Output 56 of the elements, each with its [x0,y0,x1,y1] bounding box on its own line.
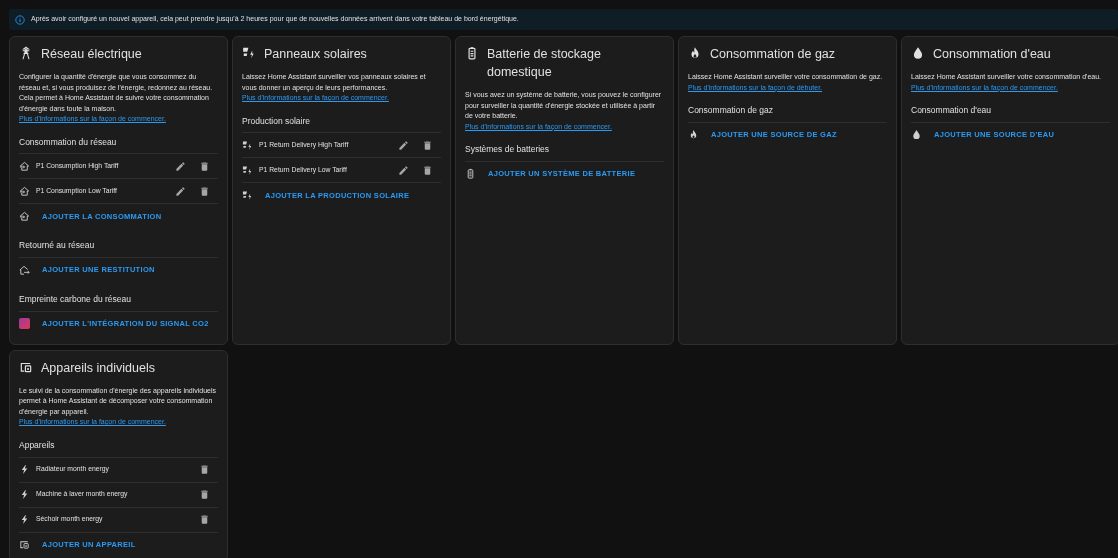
section-heading: Consommation d'eau [911,104,1110,123]
house-arrow-icon [19,264,30,276]
card-title: Batterie de stockage domestique [487,46,602,81]
info-icon [15,14,25,25]
lightning-bolt-icon [19,489,30,500]
section-heading: Appareils [19,438,218,458]
trash-icon [422,164,433,176]
flame-icon [688,129,699,141]
delete-button[interactable] [199,513,211,526]
trash-icon [422,139,433,151]
card-title: Réseau électrique [41,46,142,63]
water-drop-icon [911,46,925,60]
section-heading: Retourné au réseau [19,239,218,258]
solar-panel-icon [242,164,253,176]
trash-icon [199,489,210,500]
pencil-icon [175,185,186,197]
delete-button[interactable] [199,185,211,198]
house-arrow-icon [19,185,30,197]
delete-button[interactable] [199,488,211,501]
co2-logo-icon [19,318,30,330]
card-title: Appareils individuels [41,359,155,377]
trash-icon [199,514,210,525]
pencil-icon [175,160,186,172]
lightning-bolt-icon [19,464,30,475]
edit-button[interactable] [398,139,410,152]
card-title: Consommation d'eau [933,46,1051,63]
section-heading: Empreinte carbone du réseau [19,293,218,312]
house-arrow-icon [19,160,30,172]
water-drop-icon [911,129,922,141]
solar-panel-icon [242,46,256,60]
edit-button[interactable] [175,160,187,173]
lightning-bolt-icon [19,514,30,525]
section-heading: Production solaire [242,114,441,134]
battery-icon [465,168,476,180]
delete-button[interactable] [199,463,211,476]
edit-button[interactable] [175,185,187,198]
solar-panel-icon [242,189,253,201]
solar-panel-icon [242,139,253,151]
section-heading: Consommation de gaz [688,104,887,123]
tower-icon [19,46,33,60]
delete-button[interactable] [422,139,434,152]
trash-icon [199,464,210,475]
battery-icon [465,46,479,60]
pencil-icon [398,139,409,151]
house-arrow-icon [19,210,30,222]
edit-button[interactable] [398,164,410,177]
section-heading: Consommation du réseau [19,135,218,155]
card-title: Consommation de gaz [710,46,836,63]
section-heading: Systèmes de batteries [465,143,664,162]
delete-button[interactable] [199,160,211,173]
trash-icon [199,160,210,172]
trash-icon [199,185,210,197]
card-title: Panneaux solaires [264,46,367,63]
pencil-icon [398,164,409,176]
devices-icon [19,539,30,550]
delete-button[interactable] [422,164,434,177]
